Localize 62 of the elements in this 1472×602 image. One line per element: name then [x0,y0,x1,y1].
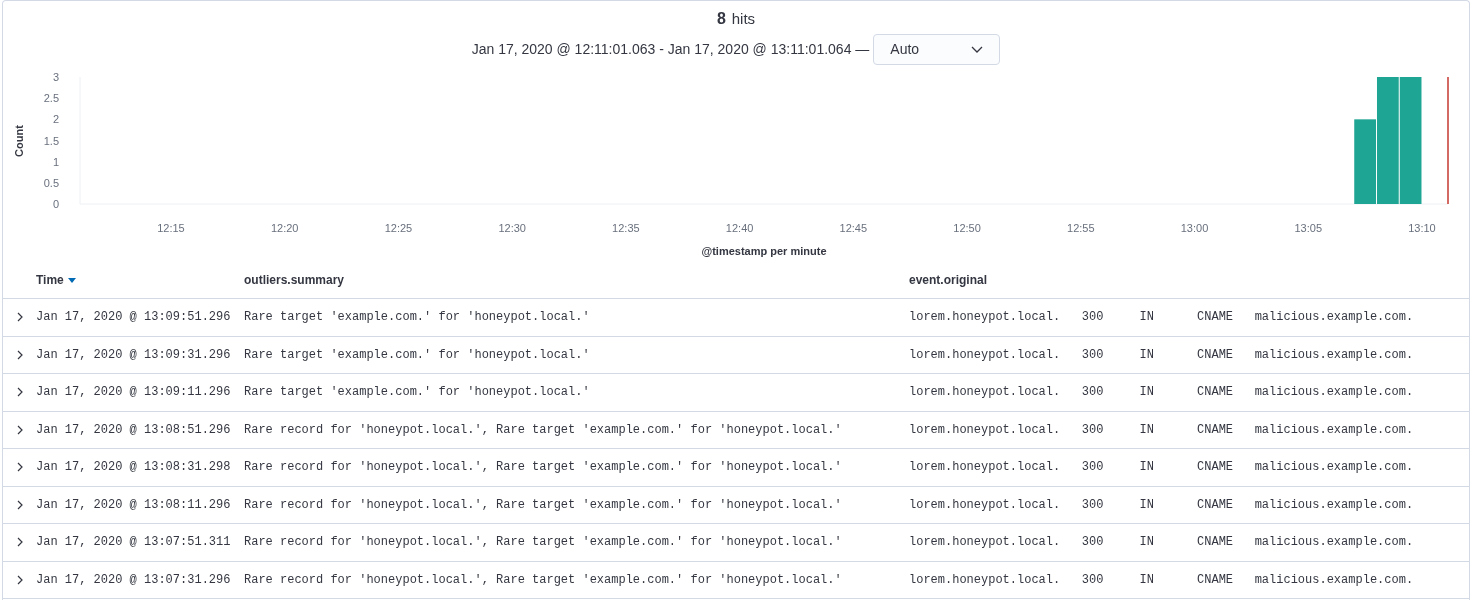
y-tick-label: 2 [52,113,59,126]
expand-chevron-icon[interactable] [16,537,23,548]
expand-chevron-icon[interactable] [16,462,23,473]
y-tick-label: 2.5 [43,92,59,105]
expand-chevron-icon[interactable] [16,499,23,510]
time-cell: Jan 17, 2020 @ 13:08:51.296 [36,422,231,437]
hit-count: 8 [716,9,726,29]
event-cell: lorem.honeypot.local. 300 IN CNAME malicious.example.com. [909,460,1414,475]
y-tick-label: 3 [52,71,59,83]
interval-dropdown[interactable]: Auto [873,34,1001,65]
x-tick-label: 12:45 [839,222,868,234]
event-cell: lorem.honeypot.local. 300 IN CNAME malicious.example.com. [909,310,1414,325]
event-cell: lorem.honeypot.local. 300 IN CNAME malicious.example.com. [909,535,1414,550]
chevron-down-icon [971,45,984,54]
event-cell: lorem.honeypot.local. 300 IN CNAME malicious.example.com. [909,497,1414,512]
column-header[interactable]: Time [36,271,64,289]
time-range: Jan 17, 2020 @ 12:11:01.063 - Jan 17, 2020 @ 13:11:01.064 — [471,40,870,59]
summary-cell: Rare record for 'honeypot.local.', Rare target 'example.com.' for 'honeypot.local.' [244,497,842,512]
time-cell: Jan 17, 2020 @ 13:09:31.296 [36,347,231,362]
x-tick-label: 12:30 [498,222,526,234]
expand-chevron-icon[interactable] [16,574,23,585]
expand-chevron-icon[interactable] [16,312,23,323]
summary-cell: Rare record for 'honeypot.local.', Rare target 'example.com.' for 'honeypot.local.' [244,572,842,587]
x-tick-label: 13:05 [1294,222,1322,234]
summary-cell: Rare target 'example.com.' for 'honeypot.local.' [244,347,590,362]
summary-cell: Rare record for 'honeypot.local.', Rare target 'example.com.' for 'honeypot.local.' [244,422,842,437]
y-tick-label: 0.5 [43,176,59,189]
y-tick-label: 1.5 [43,134,59,147]
time-cell: Jan 17, 2020 @ 13:08:31.298 [36,460,231,475]
sort-descending-icon[interactable] [67,277,76,283]
y-tick-label: 1 [52,155,59,168]
time-cell: Jan 17, 2020 @ 13:09:51.296 [36,310,231,325]
event-cell: lorem.honeypot.local. 300 IN CNAME malicious.example.com. [909,572,1414,587]
time-cell: Jan 17, 2020 @ 13:07:31.296 [36,572,231,587]
summary-cell: Rare record for 'honeypot.local.', Rare target 'example.com.' for 'honeypot.local.' [244,460,842,475]
summary-cell: Rare record for 'honeypot.local.', Rare target 'example.com.' for 'honeypot.local.' [244,535,842,550]
column-header[interactable]: event.original [909,273,988,287]
x-tick-label: 12:25 [384,222,413,234]
expand-chevron-icon[interactable] [16,424,23,435]
summary-cell: Rare target 'example.com.' for 'honeypot.local.' [244,310,590,325]
expand-chevron-icon[interactable] [16,387,23,398]
x-tick-label: 12:20 [270,222,299,234]
x-axis-title: @timestamp per minute [701,245,827,257]
x-tick-label: 12:40 [725,222,754,234]
time-cell: Jan 17, 2020 @ 13:09:11.296 [36,385,231,400]
summary-cell: Rare target 'example.com.' for 'honeypot.local.' [244,385,590,400]
column-header[interactable]: outliers.summary [244,273,345,287]
event-cell: lorem.honeypot.local. 300 IN CNAME malicious.example.com. [909,347,1414,362]
hits-label: hits [731,9,756,29]
time-cell: Jan 17, 2020 @ 13:08:11.296 [36,497,231,512]
event-cell: lorem.honeypot.local. 300 IN CNAME malicious.example.com. [909,385,1414,400]
x-tick-label: 13:10 [1408,222,1436,234]
event-cell: lorem.honeypot.local. 300 IN CNAME malicious.example.com. [909,422,1414,437]
y-tick-label: 0 [52,198,59,210]
x-tick-label: 12:35 [612,222,640,234]
y-axis-title: Count [13,125,25,157]
time-cell: Jan 17, 2020 @ 13:07:51.311 [36,535,231,550]
x-tick-label: 12:50 [953,222,981,234]
expand-chevron-icon[interactable] [16,349,23,360]
x-tick-label: 12:55 [1067,222,1095,234]
x-tick-label: 12:15 [157,222,185,234]
x-tick-label: 13:00 [1180,222,1209,234]
